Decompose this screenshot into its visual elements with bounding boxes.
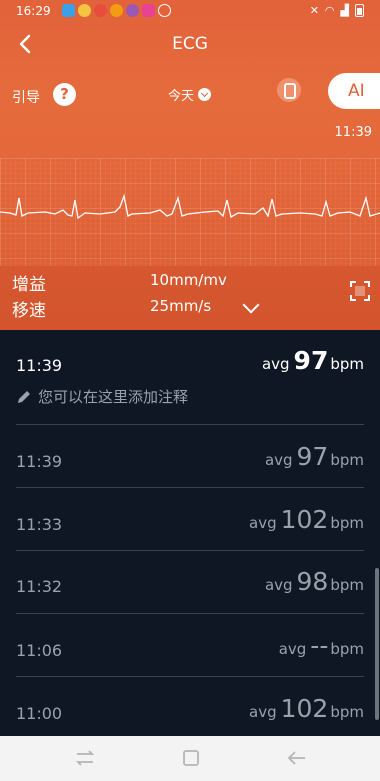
back-icon[interactable] — [286, 748, 308, 768]
avg-label: avg — [249, 703, 277, 721]
date-selector[interactable]: 今天 — [168, 85, 212, 104]
app-icon — [78, 4, 91, 17]
watch-icon[interactable] — [277, 78, 301, 102]
system-nav-bar — [0, 736, 380, 781]
record-list: 11:39 avg 97 bpm 您可以在这里添加注释 11:39 avg 97 bpm… — [0, 330, 380, 736]
app-icon — [94, 4, 107, 17]
record-bpm: avg 102 bpm — [249, 505, 364, 534]
avg-label: avg — [261, 355, 290, 373]
settings-bar: 增益 移速 10mm/mv 25mm/s — [0, 266, 380, 330]
avg-label: avg — [264, 576, 293, 594]
gain-value: 10mm/mv — [150, 271, 227, 289]
record-bpm: avg -- bpm — [279, 631, 364, 660]
avg-label: avg — [249, 514, 277, 532]
status-time: 16:29 — [16, 4, 51, 18]
mute-icon: ✕ — [309, 4, 319, 17]
signal-icon: ▟ — [340, 4, 349, 17]
bpm-value: 102 — [280, 694, 329, 723]
divider — [16, 676, 364, 677]
divider — [16, 613, 364, 614]
avg-label: avg — [264, 451, 293, 469]
avg-label: avg — [278, 640, 307, 658]
note-placeholder: 您可以在这里添加注释 — [38, 388, 189, 406]
status-bar: 16:29 ✕ ◠ ▟ — [0, 0, 380, 24]
divider — [16, 487, 364, 488]
bpm-unit: bpm — [330, 451, 364, 469]
bpm-unit: bpm — [330, 514, 364, 532]
bpm-unit: bpm — [330, 576, 364, 594]
record-time: 11:06 — [16, 641, 63, 660]
record-bpm: avg 97 bpm — [265, 442, 364, 471]
controls-row: 引导 ? 今天 AI — [0, 73, 380, 114]
ecg-waveform — [0, 158, 380, 266]
help-icon[interactable]: ? — [53, 83, 76, 106]
divider — [16, 424, 364, 425]
app-icon — [158, 4, 171, 17]
home-icon[interactable] — [181, 748, 201, 768]
notification-icons — [62, 4, 171, 17]
fullscreen-icon[interactable] — [349, 280, 371, 302]
top-bar: ECG — [0, 24, 380, 68]
bpm-value: 97 — [293, 346, 329, 375]
bpm-value: -- — [310, 631, 329, 660]
app-icon — [126, 4, 139, 17]
bpm-value: 102 — [280, 505, 329, 534]
recent-apps-icon[interactable] — [74, 748, 96, 768]
gain-label: 增益 — [12, 275, 46, 295]
bpm-value: 98 — [296, 567, 329, 596]
speed-value: 25mm/s — [150, 297, 212, 315]
record-time: 11:33 — [16, 515, 63, 534]
app-icon — [142, 4, 155, 17]
bpm-unit: bpm — [330, 355, 364, 373]
bpm-unit: bpm — [330, 703, 364, 721]
bpm-value: 97 — [296, 442, 329, 471]
record-bpm: avg 97 bpm — [262, 346, 364, 375]
chevron-down-icon[interactable] — [242, 296, 260, 314]
record-bpm: avg 98 bpm — [265, 567, 364, 596]
record-time: 11:00 — [16, 704, 63, 723]
record-bpm: avg 102 bpm — [249, 694, 364, 723]
ecg-record-time: 11:39 — [334, 125, 372, 140]
pencil-icon — [18, 390, 30, 403]
ecg-header-panel: 16:29 ✕ ◠ ▟ ECG 引导 ? 今天 AI 11:39 增益 移速 1… — [0, 0, 380, 330]
scrollbar[interactable] — [375, 568, 379, 720]
wifi-icon: ◠ — [324, 4, 335, 17]
app-icon — [62, 4, 75, 17]
chevron-down-icon — [198, 88, 212, 101]
date-label: 今天 — [168, 89, 195, 104]
guide-label[interactable]: 引导 — [12, 87, 40, 107]
ai-button[interactable]: AI — [328, 73, 380, 109]
app-icon — [110, 4, 123, 17]
record-time: 11:39 — [16, 356, 63, 375]
divider — [16, 550, 364, 551]
record-time: 11:39 — [16, 452, 63, 471]
battery-icon — [355, 4, 364, 17]
bpm-unit: bpm — [330, 640, 364, 658]
record-time: 11:32 — [16, 577, 63, 596]
note-field[interactable]: 您可以在这里添加注释 — [16, 386, 188, 407]
page-title: ECG — [172, 34, 208, 54]
system-icons: ✕ ◠ ▟ — [310, 4, 364, 17]
speed-label: 移速 — [12, 301, 46, 321]
